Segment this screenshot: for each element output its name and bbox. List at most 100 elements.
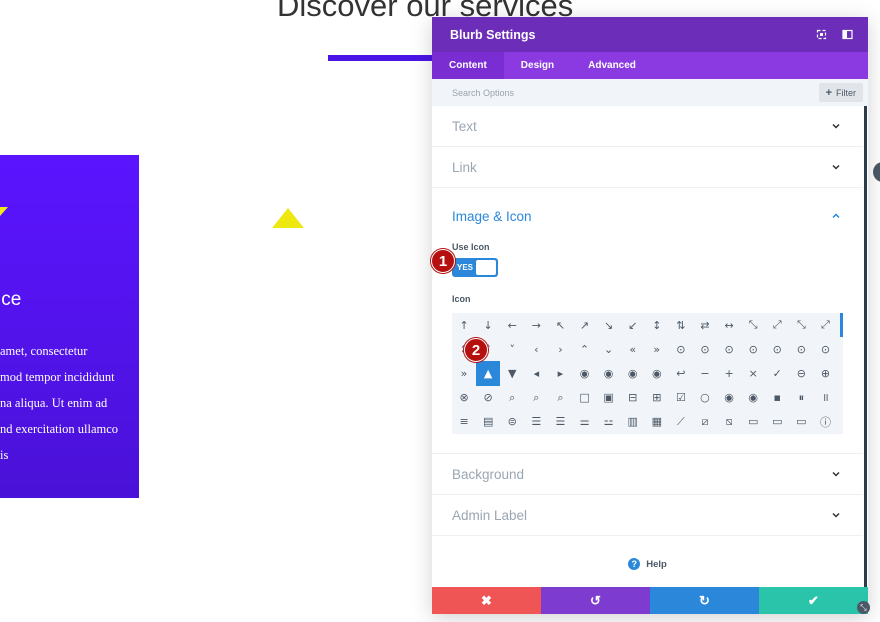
icon-option[interactable]: ⧅ [717,410,741,434]
icon-option[interactable]: ◂ [524,361,548,385]
icon-option[interactable]: ↙ [621,313,645,337]
icon-option[interactable]: ⌄ [597,337,621,361]
icon-option[interactable]: ▭ [741,410,765,434]
side-dot[interactable] [873,162,880,182]
icon-option[interactable]: ⇅ [669,313,693,337]
icon-option[interactable]: ⊙ [693,337,717,361]
icon-option[interactable]: ↓ [476,313,500,337]
section-text[interactable]: Text [432,106,863,147]
icon-option[interactable]: ⊕ [813,361,837,385]
resize-handle-icon[interactable]: ⤡ [857,601,870,614]
icon-option[interactable]: › [548,337,572,361]
icon-option[interactable]: × [741,361,765,385]
icon-option[interactable]: ⌕ [524,386,548,410]
tab-design[interactable]: Design [504,52,571,79]
icon-option[interactable]: ▥ [621,410,645,434]
section-image-icon-header[interactable]: Image & Icon [452,188,841,242]
tab-content[interactable]: Content [432,52,504,79]
icon-option[interactable]: ▲ [476,361,501,386]
icon-option[interactable]: ⊞ [645,386,669,410]
icon-option[interactable]: → [524,313,548,337]
icon-grid-scrollbar[interactable] [840,313,843,337]
redo-button[interactable]: ↻ [650,587,759,614]
icon-option[interactable]: ▤ [476,410,500,434]
icon-option[interactable]: □ [572,386,596,410]
icon-option[interactable]: ⊙ [765,337,789,361]
save-button[interactable]: ✔ [759,587,868,614]
icon-option[interactable]: ↩ [669,361,693,385]
icon-option[interactable]: ⇄ [693,313,717,337]
icon-option[interactable]: ▼ [500,361,524,385]
icon-option[interactable]: ⊙ [741,337,765,361]
icon-option[interactable]: ▪ [765,386,789,410]
icon-option[interactable]: ▣ [597,386,621,410]
icon-option[interactable]: ☰ [548,410,572,434]
help-link[interactable]: ? Help [432,536,863,587]
icon-option[interactable]: ˅ [500,337,524,361]
search-options-input[interactable] [452,87,819,98]
icon-option[interactable]: ▭ [765,410,789,434]
icon-option[interactable]: ⟋ [669,410,693,434]
icon-option[interactable]: ← [500,313,524,337]
sidebar-icon[interactable] [838,26,856,44]
icon-option[interactable]: ⊟ [621,386,645,410]
icon-option[interactable]: ⚌ [572,410,596,434]
icon-option[interactable]: ↗ [572,313,596,337]
icon-option[interactable]: ↑ [452,313,476,337]
icon-option[interactable]: + [717,361,741,385]
icon-option[interactable]: ≡ [452,410,476,434]
tab-advanced[interactable]: Advanced [571,52,653,79]
icon-option[interactable]: ⤡ [789,313,813,337]
icon-option[interactable]: ✓ [765,361,789,385]
icon-option[interactable]: ◉ [741,386,765,410]
icon-option[interactable]: ⓘ [813,410,837,434]
icon-option[interactable]: ↕ [645,313,669,337]
icon-option[interactable]: ⤢ [813,313,837,337]
icon-option[interactable]: ‹ [524,337,548,361]
icon-option[interactable]: ⏸ [789,386,813,410]
icon-option[interactable]: ⤡ [741,313,765,337]
undo-button[interactable]: ↺ [541,587,650,614]
icon-option[interactable]: − [693,361,717,385]
use-icon-toggle[interactable]: YES [452,257,498,277]
icon-option[interactable]: ⊙ [789,337,813,361]
icon-option[interactable]: ⚍ [597,410,621,434]
icon-option[interactable]: « [621,337,645,361]
icon-option[interactable]: ◉ [572,361,596,385]
icon-option[interactable]: ☰ [524,410,548,434]
icon-option[interactable]: ○ [693,386,717,410]
icon-option[interactable]: ⌕ [548,386,572,410]
icon-option[interactable]: ⌃ [572,337,596,361]
icon-option[interactable]: ⊙ [813,337,837,361]
expand-icon[interactable] [812,26,830,44]
icon-option[interactable]: ⌕ [500,386,524,410]
icon-option[interactable]: ⧄ [693,410,717,434]
icon-option[interactable]: ⊘ [476,386,500,410]
icon-option[interactable]: ⊜ [500,410,524,434]
icon-option[interactable]: ⊙ [717,337,741,361]
icon-option[interactable]: » [452,361,476,385]
icon-option[interactable]: ◉ [621,361,645,385]
modal-scrollbar[interactable] [864,106,867,587]
icon-option[interactable]: ॥ [813,386,837,410]
icon-option[interactable]: ◉ [717,386,741,410]
section-background[interactable]: Background [432,454,863,495]
icon-option[interactable]: » [645,337,669,361]
section-admin-label[interactable]: Admin Label [432,495,863,536]
cancel-button[interactable]: ✖ [432,587,541,614]
icon-option[interactable]: ◉ [645,361,669,385]
icon-option[interactable]: ◉ [597,361,621,385]
icon-option[interactable]: ▭ [789,410,813,434]
icon-option[interactable]: ↔ [717,313,741,337]
icon-option[interactable]: ▦ [645,410,669,434]
section-link[interactable]: Link [432,147,863,188]
icon-option[interactable]: ↘ [597,313,621,337]
icon-option[interactable]: ⊗ [452,386,476,410]
blurb-card[interactable]: ice amet, consectetur mod tempor incidid… [0,155,139,498]
filter-button[interactable]: + Filter [818,83,863,102]
icon-option[interactable]: ⤢ [765,313,789,337]
icon-option[interactable]: ⊙ [669,337,693,361]
icon-option[interactable]: ▸ [548,361,572,385]
icon-option[interactable]: ☑ [669,386,693,410]
icon-option[interactable]: ⊖ [789,361,813,385]
